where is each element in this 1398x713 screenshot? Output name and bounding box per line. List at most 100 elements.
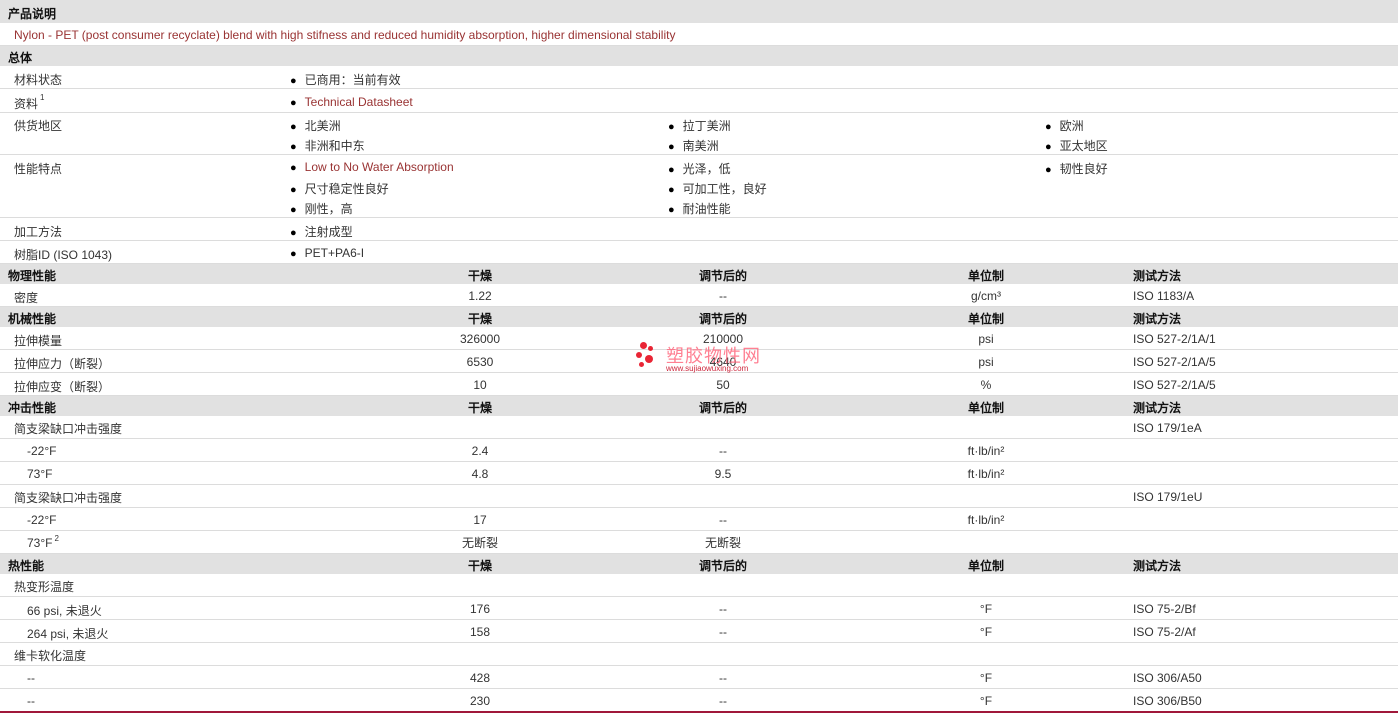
region-item: 欧洲: [1045, 117, 1084, 134]
value-conditioned: --: [719, 513, 727, 527]
test-method: ISO 75-2/Af: [1133, 625, 1196, 639]
unit: psi: [978, 355, 994, 369]
value-dry: 4.8: [471, 467, 489, 481]
property-label-text: 资料: [14, 97, 39, 111]
property-name: 73°F 2: [27, 534, 59, 550]
table-row: 密度 1.22 -- g/cm³ ISO 1183/A: [0, 284, 1398, 307]
test-method: ISO 1183/A: [1133, 289, 1195, 303]
column-header-dry: 干燥: [467, 401, 492, 415]
region-item: 北美洲: [290, 117, 341, 134]
general-row-regions: 供货地区 北美洲 拉丁美洲 欧洲 非洲和中东 南美洲 亚太地区: [0, 113, 1398, 155]
watermark-logo: 塑胶物性网 www.sujiaowuxing.com: [636, 340, 766, 376]
feature-item: 尺寸稳定性良好: [290, 180, 389, 197]
table-row: -- 230 -- °F ISO 306/B50: [0, 689, 1398, 711]
feature-item: 韧性良好: [1045, 160, 1108, 177]
value-conditioned: --: [719, 694, 727, 708]
unit: psi: [978, 332, 994, 346]
property-name: 热变形温度: [14, 580, 75, 594]
column-header-unit: 单位制: [967, 401, 1004, 415]
value-dry: 176: [469, 602, 491, 616]
footnote-marker: 2: [54, 534, 59, 543]
feature-link[interactable]: Low to No Water Absorption: [305, 160, 454, 174]
column-header-method: 测试方法: [1133, 401, 1182, 415]
region-item: 亚太地区: [1045, 137, 1108, 154]
property-name: 简支梁缺口冲击强度: [14, 491, 123, 505]
property-name: -22°F: [27, 444, 57, 458]
property-name: 密度: [14, 291, 39, 305]
table-row: 66 psi, 未退火 176 -- °F ISO 75-2/Bf: [0, 597, 1398, 620]
section-title: 物理性能: [8, 269, 57, 283]
property-label: 资料 1: [14, 93, 44, 112]
table-row: 简支梁缺口冲击强度 ISO 179/1eU: [0, 485, 1398, 508]
section-title: 冲击性能: [8, 401, 57, 415]
table-row: -- 428 -- °F ISO 306/A50: [0, 666, 1398, 689]
test-method: ISO 306/B50: [1133, 694, 1202, 708]
value-dry: 230: [469, 694, 491, 708]
watermark-url: www.sujiaowuxing.com: [666, 364, 749, 373]
feature-item: 光泽，低: [668, 160, 731, 177]
table-row: 264 psi, 未退火 158 -- °F ISO 75-2/Af: [0, 620, 1398, 643]
property-name: 73°F: [27, 467, 53, 481]
property-name: 拉伸模量: [14, 334, 63, 348]
link-text[interactable]: Technical Datasheet: [305, 95, 413, 109]
column-header-dry: 干燥: [467, 269, 492, 283]
test-method: ISO 306/A50: [1133, 671, 1202, 685]
property-name-text: 73°F: [27, 536, 53, 550]
feature-item: 耐油性能: [668, 200, 731, 217]
general-row-status: 材料状态 已商用：当前有效: [0, 66, 1398, 89]
value-dry: 326000: [459, 332, 501, 346]
unit: g/cm³: [971, 289, 1001, 303]
value-conditioned: --: [719, 602, 727, 616]
column-header-method: 测试方法: [1133, 269, 1182, 283]
table-row: 简支梁缺口冲击强度 ISO 179/1eA: [0, 416, 1398, 439]
table-row: 73°F 2 无断裂 无断裂: [0, 531, 1398, 554]
general-row-source: 资料1 Technical Datasheet: [0, 89, 1398, 113]
feature-item: 刚性，高: [290, 200, 353, 217]
unit: °F: [979, 694, 993, 708]
value-dry: 6530: [466, 355, 494, 369]
table-row: 热变形温度: [0, 574, 1398, 597]
property-label: 性能特点: [14, 162, 63, 176]
column-header-conditioned: 调节后的: [698, 269, 747, 283]
column-header-unit: 单位制: [967, 269, 1004, 283]
test-method: ISO 527-2/1A/5: [1133, 355, 1216, 369]
value-conditioned: 无断裂: [704, 536, 741, 550]
value-dry: 2.4: [471, 444, 489, 458]
property-value: PET+PA6-I: [290, 246, 364, 260]
section-title: 机械性能: [8, 312, 57, 326]
column-header-conditioned: 调节后的: [698, 559, 747, 573]
column-header-unit: 单位制: [967, 559, 1004, 573]
property-label: 供货地区: [14, 119, 63, 133]
property-name: 拉伸应力（断裂）: [14, 357, 111, 371]
section-header-product-description: 产品说明: [0, 0, 1398, 23]
value-dry: 158: [469, 625, 491, 639]
table-row: -22°F 17 -- ft·lb/in²: [0, 508, 1398, 531]
property-name: 拉伸应变（断裂）: [14, 380, 111, 394]
region-item: 拉丁美洲: [668, 117, 731, 134]
column-header-method: 测试方法: [1133, 312, 1182, 326]
unit: ft·lb/in²: [967, 513, 1005, 527]
column-header-dry: 干燥: [467, 559, 492, 573]
value-conditioned: --: [719, 671, 727, 685]
section-title: 产品说明: [8, 7, 57, 21]
value-conditioned: 9.5: [714, 467, 732, 481]
technical-datasheet-link[interactable]: Technical Datasheet: [290, 95, 413, 109]
column-header-conditioned: 调节后的: [698, 312, 747, 326]
section-header-general: 总体: [0, 46, 1398, 66]
value-conditioned: 50: [716, 378, 730, 392]
unit: ft·lb/in²: [967, 444, 1005, 458]
unit: ft·lb/in²: [967, 467, 1005, 481]
property-name: 264 psi, 未退火: [27, 627, 109, 641]
property-name: -22°F: [27, 513, 57, 527]
property-name: 维卡软化温度: [14, 649, 87, 663]
value-conditioned: --: [719, 444, 727, 458]
section-title: 总体: [8, 51, 33, 65]
value-dry: 1.22: [468, 289, 492, 303]
property-name: 66 psi, 未退火: [27, 604, 102, 618]
unit: °F: [979, 602, 993, 616]
value-conditioned: --: [719, 625, 727, 639]
section-header-thermal: 热性能 干燥 调节后的 单位制 测试方法: [0, 554, 1398, 574]
test-method: ISO 75-2/Bf: [1133, 602, 1196, 616]
product-description-row: Nylon - PET (post consumer recyclate) bl…: [0, 23, 1398, 46]
general-row-process: 加工方法 注射成型: [0, 218, 1398, 241]
